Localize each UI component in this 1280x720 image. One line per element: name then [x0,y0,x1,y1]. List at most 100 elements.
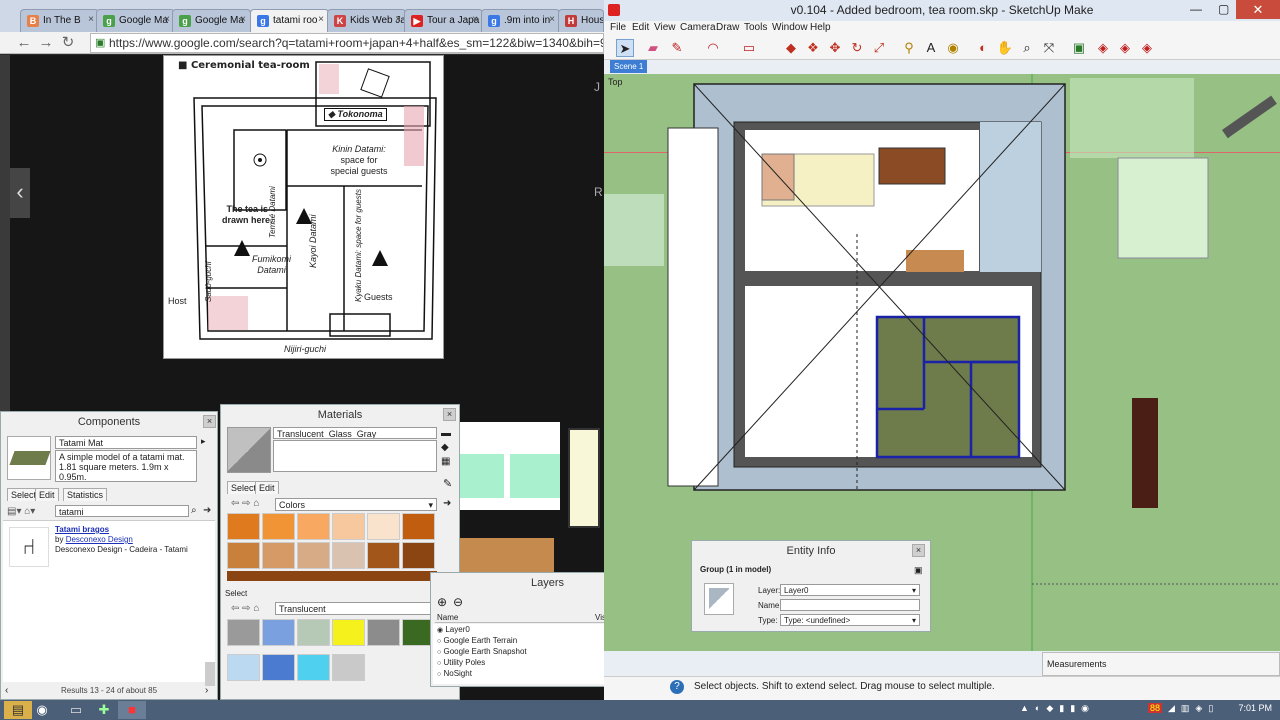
chrome-icon[interactable]: ◉ [28,701,56,719]
next-page-icon[interactable]: › [205,685,208,696]
material-swatch[interactable] [227,619,260,646]
type-select[interactable]: Type: <undefined> ▾ [780,614,920,626]
browser-tab[interactable]: ▶ Tour a Japa × [404,9,483,32]
select-arrow-icon[interactable]: ➤ [616,39,634,57]
color-swatch[interactable] [402,513,435,540]
clock[interactable]: 7:01 PM [1238,703,1272,713]
tea-room-diagram[interactable]: ■ Ceremonial tea-room ◆ Tokonoma Kinin D… [163,55,444,359]
color-swatch[interactable] [402,542,435,569]
sketchup-icon[interactable]: ■ [118,701,146,719]
previous-image-button[interactable]: ‹ [10,168,30,218]
rotate-icon[interactable]: ↻ [848,39,866,57]
eraser-icon[interactable]: ▰ [644,39,662,57]
browser-tab[interactable]: H Hous [558,9,604,32]
material-swatch[interactable] [332,619,365,646]
material-swatch[interactable] [262,619,295,646]
close-icon[interactable]: × [164,14,170,25]
zoom-icon[interactable]: ⌕ [1018,39,1036,57]
pan-icon[interactable]: ✋ [996,39,1014,57]
forward-arrow-icon[interactable]: → [36,33,56,53]
component-name-field[interactable]: Tatami Mat [55,436,197,449]
orbit-icon[interactable]: ◐ [974,39,992,57]
tab-statistics[interactable]: Statistics [63,488,108,501]
scrollbar[interactable] [205,662,215,686]
system-tray[interactable]: ▲◐◆▮▮◉ [1020,703,1095,714]
close-icon[interactable]: × [318,14,324,25]
view-options-icon[interactable]: ▤▾ ⌂▾ [7,506,35,517]
browser-tab-active[interactable]: g tatami roo × [250,9,329,33]
close-icon[interactable]: × [443,408,456,421]
color-swatch[interactable] [332,542,365,569]
menu-view[interactable]: View [654,22,676,33]
paint-bucket-icon[interactable]: ◉ [944,39,962,57]
color-swatch[interactable] [332,513,365,540]
menu-file[interactable]: File [610,22,626,33]
app-icon[interactable]: ✚ [90,701,118,719]
material-swatch[interactable] [262,654,295,681]
forward-arrow-icon[interactable]: ➜ [443,498,451,509]
material-tools[interactable]: ▬ ◆ ▦ [441,427,451,469]
minimize-button[interactable]: — [1190,2,1202,16]
material-swatch[interactable] [297,619,330,646]
menu-window[interactable]: Window [772,22,808,33]
color-swatch[interactable] [367,513,400,540]
arc-icon[interactable]: ◠ [704,39,722,57]
zoom-extents-icon[interactable]: ⤧ [1040,39,1058,57]
material-swatch[interactable] [227,654,260,681]
close-icon[interactable]: × [395,14,401,25]
add-layer-icon[interactable]: ⊕ [437,595,447,609]
material-swatch[interactable] [367,619,400,646]
share-model-icon[interactable]: ◈ [1116,39,1134,57]
menu-help[interactable]: Help [810,22,831,33]
component-search-input[interactable]: tatami [55,505,189,517]
prev-page-icon[interactable]: ‹ [5,685,8,696]
add-location-icon[interactable]: ▣ [1070,39,1088,57]
address-bar[interactable]: ▣ https://www.google.com/search?q=tatami… [90,33,604,53]
menu-draw[interactable]: Draw [716,22,739,33]
color-swatch[interactable] [297,542,330,569]
back-forward-icon[interactable]: ⇦ ⇨ ⌂ [231,498,259,509]
color-swatch[interactable] [297,513,330,540]
close-icon[interactable]: × [912,544,925,557]
reload-icon[interactable]: ↻ [58,33,78,53]
color-swatch[interactable] [227,513,260,540]
move-icon[interactable]: ✥ [826,39,844,57]
system-tray-icons[interactable]: ◢▥◈▯ [1168,703,1219,714]
close-icon[interactable]: × [240,14,246,25]
scale-icon[interactable]: ⤢ [870,39,888,57]
browser-tab[interactable]: K Kids Web Ja × [327,9,406,32]
details-arrow-icon[interactable]: ▸ [201,436,212,447]
close-icon[interactable]: × [549,14,555,25]
close-icon[interactable]: × [472,14,478,25]
tab-edit[interactable]: Edit [35,488,59,501]
delete-layer-icon[interactable]: ⊖ [453,595,463,609]
text-icon[interactable]: A [922,39,940,57]
color-swatch[interactable] [262,542,295,569]
library-select[interactable]: Colors ▾ [275,498,437,511]
browser-tab[interactable]: B In The B × [20,9,99,32]
follow-me-icon[interactable]: ❖ [804,39,822,57]
material-swatch[interactable] [297,654,330,681]
component-description[interactable]: A simple model of a tatami mat. 1.81 squ… [55,450,197,482]
back-arrow-icon[interactable]: ← [14,33,34,53]
browser-tab[interactable]: g Google Ma × [96,9,175,32]
library-select-translucent[interactable]: Translucent [275,602,437,615]
close-icon[interactable]: × [88,14,94,25]
pencil-icon[interactable]: ✎ [668,39,686,57]
details-icon[interactable]: ▣ [914,565,923,576]
measurements-box[interactable]: Measurements [1042,652,1280,676]
menu-edit[interactable]: Edit [632,22,649,33]
eyedropper-icon[interactable]: ✎ [443,477,452,490]
name-input[interactable] [780,599,920,611]
search-icon[interactable]: ⌕ [191,505,197,516]
menu-camera[interactable]: Camera [680,22,716,33]
browser-tab[interactable]: g .9m into in × [481,9,560,32]
extension-icon[interactable]: ◈ [1138,39,1156,57]
browser-tab[interactable]: g Google Ma × [172,9,251,32]
material-description-field[interactable] [273,440,437,472]
scene-tab[interactable]: Scene 1 [610,60,648,73]
material-swatch[interactable] [332,654,365,681]
material-name-field[interactable]: Translucent_Glass_Gray [273,427,437,439]
maximize-button[interactable]: ▢ [1218,2,1229,16]
menu-tools[interactable]: Tools [744,22,767,33]
